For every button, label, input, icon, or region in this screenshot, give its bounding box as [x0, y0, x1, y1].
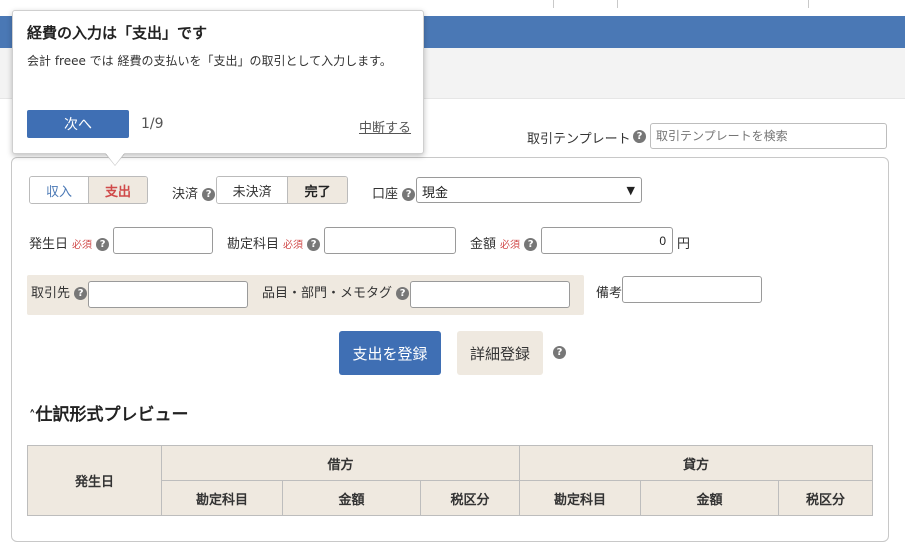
item-tags-input[interactable] — [410, 281, 570, 308]
tooltip-title: 経費の入力は「支出」です — [27, 24, 208, 42]
journal-preview-heading[interactable]: ˄仕訳形式プレビュー — [29, 400, 189, 425]
tooltip-page-indicator: 1/9 — [141, 116, 164, 132]
tooltip-body: 会計 freee では 経費の支払いを「支出」の取引として入力します。 — [27, 54, 392, 68]
memo-label: 備考 — [596, 286, 623, 301]
help-icon[interactable]: ? — [96, 238, 110, 251]
settled-toggle-button[interactable]: 完了 — [288, 177, 347, 203]
help-icon[interactable]: ? — [396, 287, 410, 300]
account-select-value: 現金 — [422, 186, 449, 201]
template-label: 取引テンプレート — [527, 132, 631, 147]
item-tags-label-text: 品目・部門・メモタグ — [262, 286, 393, 301]
amount-input[interactable] — [541, 227, 673, 254]
account-item-label-text: 勘定科目 — [227, 237, 280, 252]
date-input[interactable] — [113, 227, 213, 254]
journal-preview-table: 発生日 借方 貸方 勘定科目 金額 税区分 勘定科目 金額 税区分 — [27, 445, 873, 516]
column-header-credit: 貸方 — [519, 445, 873, 481]
account-item-label: 勘定科目 必須 ? — [227, 233, 321, 252]
tutorial-tooltip: 経費の入力は「支出」です 会計 freee では 経費の支払いを「支出」の取引と… — [12, 10, 424, 154]
tooltip-arrow — [104, 151, 126, 165]
account-select[interactable]: 現金 ▼ — [416, 177, 642, 203]
date-label: 発生日 必須 ? — [29, 233, 110, 252]
tooltip-next-button[interactable]: 次へ — [27, 110, 129, 138]
item-tags-label: 品目・部門・メモタグ ? — [262, 282, 410, 301]
help-icon[interactable]: ? — [307, 238, 321, 251]
income-toggle-button[interactable]: 収入 — [30, 177, 89, 203]
journal-preview-title: 仕訳形式プレビュー — [35, 405, 189, 425]
help-icon[interactable]: ? — [524, 238, 538, 251]
required-badge: 必須 — [500, 240, 521, 251]
column-header-credit-tax: 税区分 — [778, 480, 873, 516]
settlement-toggle: 未決済 完了 — [216, 176, 348, 204]
account-label: 口座 ? — [372, 183, 416, 202]
account-label-text: 口座 — [372, 187, 399, 202]
header-divider — [808, 0, 809, 8]
column-header-credit-account: 勘定科目 — [519, 480, 641, 516]
tooltip-abort-link[interactable]: 中断する — [359, 117, 411, 136]
partner-label: 取引先 ? — [31, 282, 88, 301]
help-icon[interactable]: ? — [633, 130, 646, 143]
register-expense-button[interactable]: 支出を登録 — [339, 331, 441, 375]
date-label-text: 発生日 — [29, 237, 69, 252]
column-header-debit: 借方 — [161, 445, 520, 481]
unsettled-toggle-button[interactable]: 未決済 — [217, 177, 289, 203]
header-divider — [617, 0, 618, 8]
amount-label-text: 金額 — [470, 237, 497, 252]
expense-toggle-button[interactable]: 支出 — [89, 177, 147, 203]
required-badge: 必須 — [283, 240, 304, 251]
help-icon[interactable]: ? — [402, 188, 416, 201]
help-icon[interactable]: ? — [74, 287, 88, 300]
partner-input[interactable] — [88, 281, 248, 308]
header-divider — [553, 0, 554, 8]
column-header-debit-account: 勘定科目 — [161, 480, 283, 516]
template-search-input[interactable] — [650, 123, 887, 149]
settlement-label: 決済 ? — [172, 183, 216, 202]
amount-label: 金額 必須 ? — [470, 233, 538, 252]
memo-input[interactable] — [622, 276, 762, 303]
required-badge: 必須 — [72, 240, 93, 251]
help-icon[interactable]: ? — [202, 188, 216, 201]
settlement-label-text: 決済 — [172, 187, 199, 202]
top-header-strip — [0, 0, 905, 10]
account-item-input[interactable] — [324, 227, 456, 254]
column-header-credit-amount: 金額 — [640, 480, 779, 516]
chevron-down-icon: ▼ — [626, 184, 635, 197]
transaction-type-toggle: 収入 支出 — [29, 176, 148, 204]
amount-unit: 円 — [677, 237, 691, 252]
help-icon[interactable]: ? — [553, 346, 566, 359]
column-header-date: 発生日 — [27, 445, 162, 516]
detail-register-button[interactable]: 詳細登録 — [457, 331, 543, 375]
partner-label-text: 取引先 — [31, 286, 71, 301]
column-header-debit-amount: 金額 — [282, 480, 421, 516]
column-header-debit-tax: 税区分 — [420, 480, 520, 516]
